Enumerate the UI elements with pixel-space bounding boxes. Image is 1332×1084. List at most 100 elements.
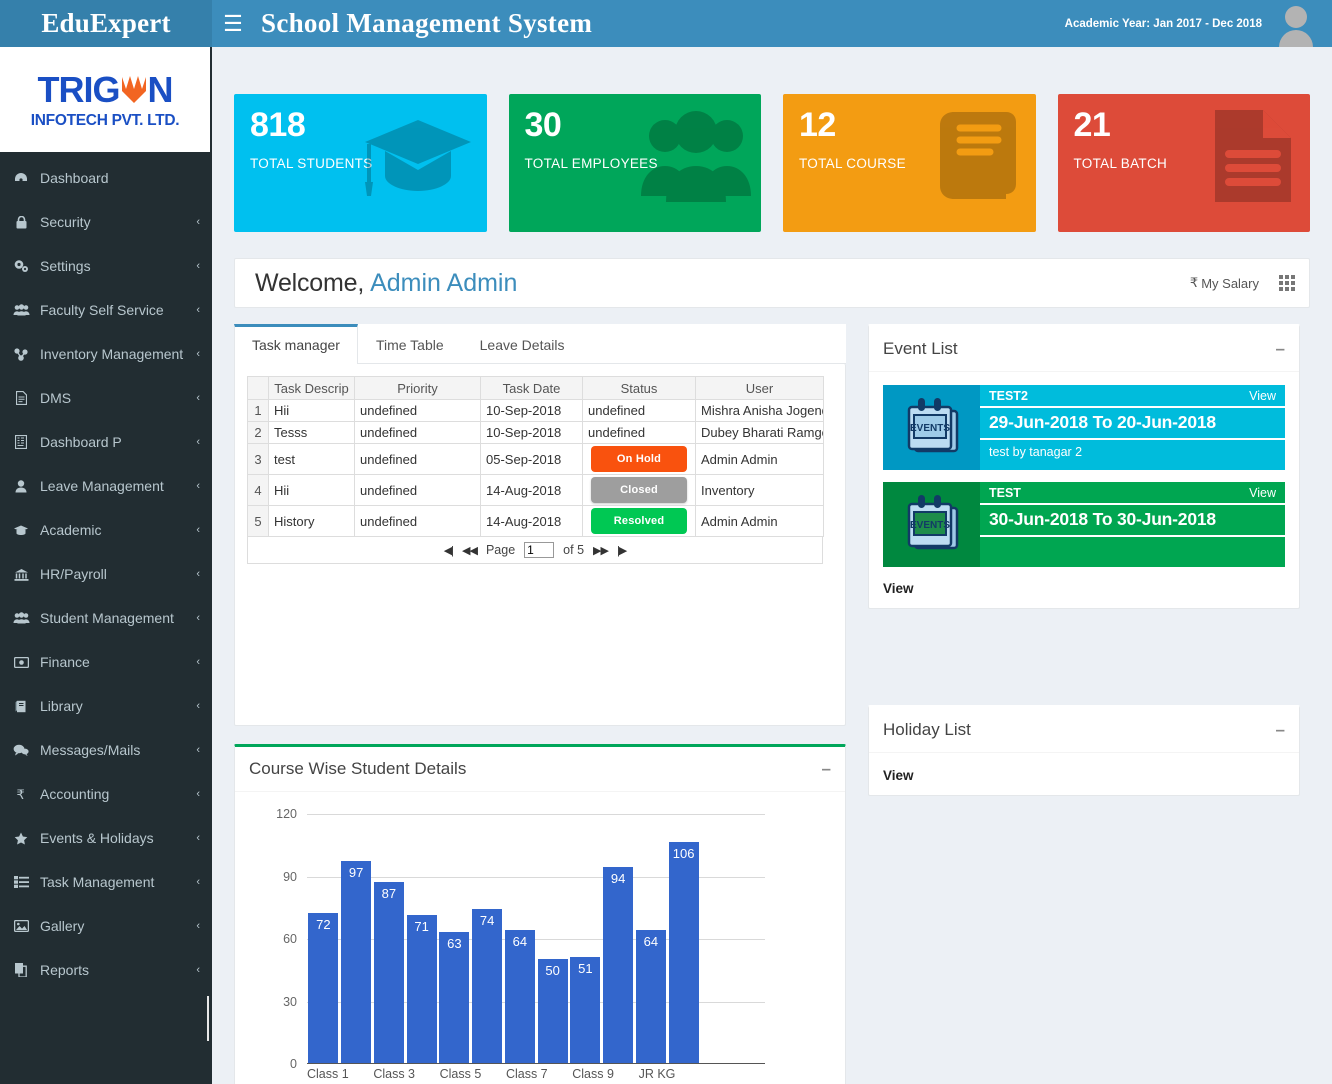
cell-status: Resolved — [582, 505, 696, 537]
row-index: 1 — [247, 399, 269, 422]
cell-user: Inventory — [695, 474, 824, 506]
rupee-icon: ₹ — [10, 787, 32, 801]
sidebar-item-dashboard-p[interactable]: Dashboard P ‹ — [0, 420, 212, 464]
chart-bar[interactable]: 74 — [472, 908, 503, 1063]
sidebar-item-student-management[interactable]: Student Management ‹ — [0, 596, 212, 640]
event-view-link[interactable]: View — [1249, 389, 1276, 403]
table-row[interactable]: 5 History undefined 14-Aug-2018 Resolved… — [247, 505, 824, 537]
sidebar-item-finance[interactable]: Finance ‹ — [0, 640, 212, 684]
minus-icon[interactable]: – — [1276, 340, 1285, 357]
table-row[interactable]: 2 Tesss undefined 10-Sep-2018 undefined … — [247, 421, 824, 444]
sidebar-item-settings[interactable]: Settings ‹ — [0, 244, 212, 288]
chart-bar[interactable]: 71 — [406, 915, 437, 1063]
chart-bar-wrap: 50 — [536, 813, 569, 1063]
next-page-icon[interactable]: ▶▶ — [593, 544, 609, 557]
cell-desc: Hii — [268, 474, 355, 506]
welcome-actions: ₹ My Salary — [1190, 275, 1295, 291]
sidebar-label: Security — [40, 214, 91, 230]
status-badge[interactable]: Closed — [591, 477, 687, 503]
cell-priority: undefined — [354, 443, 481, 475]
minus-icon[interactable]: – — [822, 760, 831, 777]
sidebar-item-events-holidays[interactable]: Events & Holidays ‹ — [0, 816, 212, 860]
first-page-icon[interactable]: ◀| — [444, 544, 454, 557]
sidebar-scrollbar[interactable] — [207, 996, 209, 1041]
prev-page-icon[interactable]: ◀◀ — [462, 544, 478, 557]
x-labels-upper: Class 1 Class 3 Class 5 Class 7 Class 9 JR KG — [307, 1067, 700, 1081]
table-row[interactable]: 3 test undefined 05-Sep-2018 On Hold Adm… — [247, 443, 824, 475]
sidebar-label: Reports — [40, 962, 90, 978]
cell-priority: undefined — [354, 474, 481, 506]
chart-bar[interactable]: 97 — [341, 860, 372, 1063]
chart-bar[interactable]: 64 — [635, 929, 666, 1063]
event-view-link[interactable]: View — [1249, 486, 1276, 500]
grid-icon[interactable] — [1279, 275, 1295, 291]
sidebar-item-accounting[interactable]: ₹ Accounting ‹ — [0, 772, 212, 816]
sidebar-item-dashboard[interactable]: Dashboard — [0, 156, 212, 200]
cell-date: 10-Sep-2018 — [480, 421, 583, 444]
tab-leave-details[interactable]: Leave Details — [462, 324, 583, 364]
chevron-left-icon: ‹ — [196, 392, 200, 404]
sidebar-item-academic[interactable]: Academic ‹ — [0, 508, 212, 552]
panel-title: Course Wise Student Details — [249, 759, 467, 778]
cell-desc: History — [268, 505, 355, 537]
chart-bar[interactable]: 63 — [439, 931, 470, 1063]
tab-time-table[interactable]: Time Table — [358, 324, 462, 364]
chart-bar[interactable]: 94 — [603, 867, 634, 1063]
event-dates: 29-Jun-2018 To 20-Jun-2018 — [980, 408, 1285, 440]
chart-bar[interactable]: 64 — [504, 929, 535, 1063]
sidebar-item-inventory-management[interactable]: Inventory Management ‹ — [0, 332, 212, 376]
avatar[interactable] — [1276, 0, 1316, 47]
logo-text-n: N — [147, 69, 174, 110]
col-priority[interactable]: Priority — [354, 376, 481, 400]
sidebar-item-leave-management[interactable]: Leave Management ‹ — [0, 464, 212, 508]
tab-task-manager[interactable]: Task manager — [234, 324, 358, 364]
page-input[interactable] — [524, 542, 555, 558]
event-list-view-all[interactable]: View — [883, 579, 1285, 596]
chart-bar[interactable]: 50 — [537, 958, 568, 1063]
hamburger-icon[interactable]: ☰ — [212, 0, 254, 47]
col-index[interactable] — [247, 376, 269, 400]
chart-bar[interactable]: 87 — [373, 881, 404, 1063]
stat-card-total-batch[interactable]: 21 TOTAL BATCH — [1057, 94, 1310, 232]
col-task-date[interactable]: Task Date — [480, 376, 583, 400]
stat-card-total-students[interactable]: 818 TOTAL STUDENTS — [234, 94, 487, 232]
cell-status: Closed — [582, 474, 696, 506]
cell-status: undefined — [582, 421, 696, 444]
stat-card-total-course[interactable]: 12 TOTAL COURSE — [783, 94, 1036, 232]
col-status[interactable]: Status — [582, 376, 696, 400]
col-user[interactable]: User — [695, 376, 824, 400]
table-row[interactable]: 1 Hii undefined 10-Sep-2018 undefined Mi… — [247, 399, 824, 422]
cell-priority: undefined — [354, 421, 481, 444]
svg-text:EVENTS: EVENTS — [909, 520, 949, 531]
last-page-icon[interactable]: |▶ — [617, 544, 627, 557]
sidebar-item-library[interactable]: Library ‹ — [0, 684, 212, 728]
sidebar-item-dms[interactable]: DMS ‹ — [0, 376, 212, 420]
event-item[interactable]: EVENTS TEST View 30-Jun-2018 To 30-Jun-2… — [883, 482, 1285, 567]
event-title-row: TEST2 View — [980, 385, 1285, 408]
status-badge[interactable]: Resolved — [591, 508, 687, 534]
comments-icon — [10, 744, 32, 756]
table-row[interactable]: 4 Hii undefined 14-Aug-2018 Closed Inven… — [247, 474, 824, 506]
sidebar-item-gallery[interactable]: Gallery ‹ — [0, 904, 212, 948]
sidebar-item-task-management[interactable]: Task Management ‹ — [0, 860, 212, 904]
book-icon — [10, 700, 32, 713]
col-task-descrip[interactable]: Task Descrip — [268, 376, 355, 400]
status-badge[interactable]: On Hold — [591, 446, 687, 472]
sidebar-item-reports[interactable]: Reports ‹ — [0, 948, 212, 992]
cell-date: 14-Aug-2018 — [480, 505, 583, 537]
sidebar-item-messages-mails[interactable]: Messages/Mails ‹ — [0, 728, 212, 772]
sidebar-item-hr-payroll[interactable]: HR/Payroll ‹ — [0, 552, 212, 596]
my-salary-button[interactable]: ₹ My Salary — [1190, 275, 1259, 291]
holiday-list-view-all[interactable]: View — [883, 766, 1285, 783]
content-row-1: Task manager Time Table Leave Details Ta… — [212, 308, 1332, 1084]
row-index: 4 — [247, 474, 269, 506]
chart-bar[interactable]: 72 — [308, 913, 339, 1063]
chart-bar[interactable]: 51 — [570, 956, 601, 1063]
sidebar-item-security[interactable]: Security ‹ — [0, 200, 212, 244]
event-item[interactable]: EVENTS TEST2 View 29-Jun-2018 To 20-Jun-… — [883, 385, 1285, 470]
chart-bar[interactable]: 106 — [668, 842, 699, 1063]
sidebar-item-faculty-self-service[interactable]: Faculty Self Service ‹ — [0, 288, 212, 332]
bar-value-label: 94 — [610, 871, 626, 887]
stat-card-total-employees[interactable]: 30 TOTAL EMPLOYEES — [508, 94, 761, 232]
minus-icon[interactable]: – — [1276, 721, 1285, 738]
